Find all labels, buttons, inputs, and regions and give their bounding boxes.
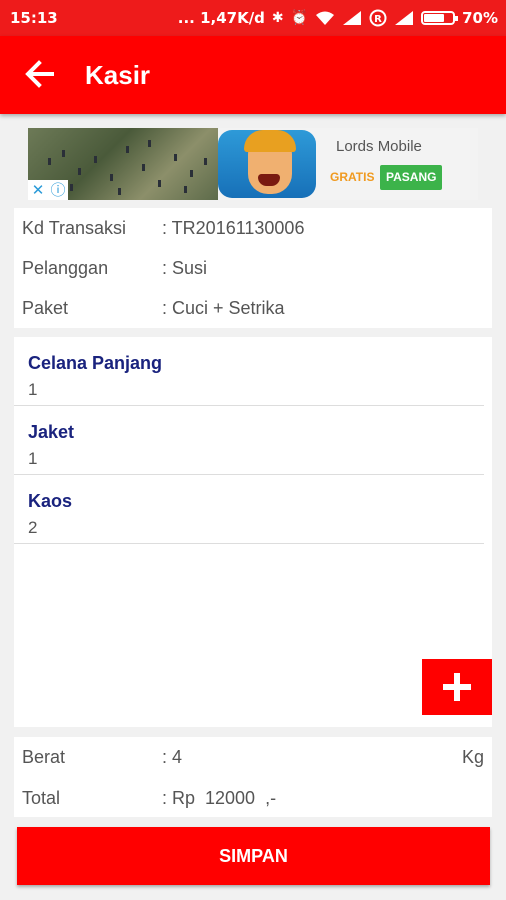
bluetooth-icon: ✱ xyxy=(271,10,284,26)
page-title: Kasir xyxy=(85,60,151,90)
network-speed: ... 1,47K/d xyxy=(177,9,265,27)
app-bar: Kasir xyxy=(0,36,506,114)
package-label: Paket xyxy=(22,298,69,318)
customer-label: Pelanggan xyxy=(22,258,109,278)
weight-label: Berat xyxy=(22,747,66,767)
add-item-button[interactable] xyxy=(422,659,492,715)
save-button[interactable]: SIMPAN xyxy=(17,827,490,885)
ad-free-label: GRATIS xyxy=(330,170,375,184)
list-item[interactable]: Kaos 2 xyxy=(14,475,484,544)
weight-unit: Kg xyxy=(462,747,485,767)
ad-install-button[interactable]: PASANG xyxy=(380,165,443,190)
status-time: 15:13 xyxy=(10,9,58,27)
transaction-info-card: Kd Transaksi : TR20161130006 Pelanggan :… xyxy=(14,208,492,328)
ad-game-name: Lords Mobile xyxy=(336,138,422,155)
package-value: : Cuci + Setrika xyxy=(162,298,285,318)
roaming-icon: R xyxy=(369,9,387,27)
item-name: Celana Panjang xyxy=(28,353,163,373)
alarm-icon: ⏰ xyxy=(290,10,309,26)
ad-app-icon xyxy=(218,130,316,198)
total-label: Total xyxy=(22,788,61,808)
weight-value: : 4 xyxy=(162,747,183,767)
battery-icon xyxy=(421,11,459,25)
ad-close-icon[interactable]: ✕ xyxy=(28,180,48,200)
item-name: Kaos xyxy=(28,491,73,511)
ad-hero-mouth xyxy=(258,174,280,186)
ad-hero-helmet xyxy=(244,130,296,152)
status-icons: ... 1,47K/d ✱ ⏰ R 70% xyxy=(178,9,498,27)
battery-level xyxy=(424,14,444,22)
svg-text:R: R xyxy=(374,14,382,25)
signal-icon xyxy=(343,11,362,25)
summary-card: Berat : 4 Kg Total : Rp 12000 ,- xyxy=(14,737,492,817)
item-qty: 1 xyxy=(28,380,38,399)
signal-icon xyxy=(395,11,414,25)
item-qty: 1 xyxy=(28,449,38,468)
list-item[interactable]: Celana Panjang 1 xyxy=(14,337,484,406)
item-list: Celana Panjang 1 Jaket 1 Kaos 2 xyxy=(14,337,492,727)
ad-choices: ✕ ⓘ xyxy=(28,180,68,200)
total-value: : Rp 12000 ,- xyxy=(162,788,277,808)
wifi-icon xyxy=(316,11,335,25)
list-item[interactable]: Jaket 1 xyxy=(14,406,484,475)
battery-percent: 70% xyxy=(462,9,498,27)
status-bar: 15:13 ... 1,47K/d ✱ ⏰ R 70% xyxy=(0,0,506,36)
item-name: Jaket xyxy=(28,422,75,442)
transaction-id-label: Kd Transaksi xyxy=(22,218,127,238)
customer-value: : Susi xyxy=(162,258,208,278)
item-qty: 2 xyxy=(28,518,38,537)
plus-icon-vertical xyxy=(454,673,460,701)
transaction-id-value: : TR20161130006 xyxy=(162,218,305,238)
arrow-left-icon[interactable] xyxy=(22,56,58,92)
ad-info-icon[interactable]: ⓘ xyxy=(48,180,68,200)
ad-banner[interactable]: Lords Mobile GRATIS PASANG ✕ ⓘ xyxy=(28,128,478,200)
